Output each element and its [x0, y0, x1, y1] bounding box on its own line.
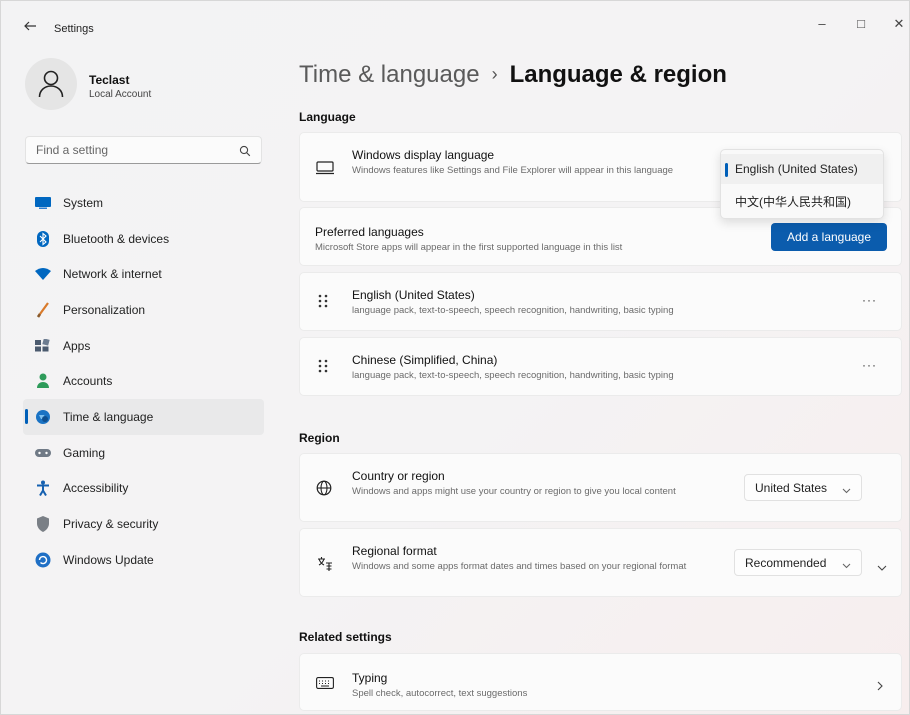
preferred-languages-description: Microsoft Store apps will appear in the … — [315, 242, 623, 253]
regional-format-title: Regional format — [352, 544, 437, 558]
page-title: Language & region — [509, 61, 727, 88]
sidebar-item-label: System — [63, 195, 104, 210]
sidebar-nav: System Bluetooth & devices Network & int… — [23, 185, 264, 578]
keyboard-icon — [316, 676, 334, 694]
sidebar-item-label: Network & internet — [63, 267, 162, 282]
drag-handle-icon[interactable] — [318, 294, 328, 313]
sidebar-item-label: Personalization — [63, 302, 146, 317]
title-bar: Settings – □ ✕ — [1, 1, 909, 45]
maximize-button[interactable]: □ — [848, 14, 874, 34]
update-icon — [35, 552, 51, 568]
display-language-description: Windows features like Settings and File … — [352, 165, 674, 176]
sidebar-item-accounts[interactable]: Accounts — [23, 363, 264, 399]
dropdown-option-english[interactable]: English (United States) — [721, 154, 883, 184]
sidebar-item-windows-update[interactable]: Windows Update — [23, 542, 264, 578]
globe-clock-icon — [35, 409, 51, 425]
more-options-icon[interactable]: ··· — [862, 293, 877, 307]
more-options-icon[interactable]: ··· — [862, 358, 877, 372]
expand-chevron-icon[interactable] — [877, 558, 887, 576]
sidebar-item-label: Bluetooth & devices — [63, 231, 170, 246]
selection-indicator — [25, 409, 28, 425]
sidebar-item-system[interactable]: System — [23, 185, 264, 221]
accounts-icon — [35, 373, 51, 389]
typing-title: Typing — [352, 671, 388, 685]
regional-format-description: Windows and some apps format dates and t… — [352, 561, 687, 572]
display-language-dropdown: English (United States) 中文(中华人民共和国) — [720, 149, 884, 219]
apps-icon — [35, 338, 51, 354]
sidebar-item-personalization[interactable]: Personalization — [23, 292, 264, 328]
user-name: Teclast — [89, 73, 130, 87]
sidebar-item-label: Accounts — [63, 374, 113, 389]
add-language-button[interactable]: Add a language — [771, 223, 887, 251]
country-region-description: Windows and apps might use your country … — [352, 486, 676, 497]
language-name: English (United States) — [352, 288, 475, 302]
chevron-right-icon — [877, 678, 883, 696]
account-type: Local Account — [89, 89, 152, 100]
search-input[interactable] — [34, 142, 228, 158]
country-select[interactable]: United States — [744, 474, 862, 501]
breadcrumb-parent[interactable]: Time & language — [299, 61, 480, 88]
close-button[interactable]: ✕ — [886, 14, 909, 34]
app-title: Settings — [54, 23, 94, 35]
sidebar-item-label: Windows Update — [63, 552, 154, 567]
sidebar-item-accessibility[interactable]: Accessibility — [23, 471, 264, 507]
minimize-button[interactable]: – — [809, 14, 835, 34]
avatar[interactable] — [25, 58, 77, 110]
language-row-chinese[interactable]: Chinese (Simplified, China) language pac… — [299, 337, 902, 396]
shield-icon — [35, 516, 51, 533]
typing-card[interactable]: Typing Spell check, autocorrect, text su… — [299, 653, 902, 711]
search-icon[interactable] — [239, 144, 251, 162]
settings-window: Settings – □ ✕ Teclast Local Account Sys… — [0, 0, 910, 715]
language-name: Chinese (Simplified, China) — [352, 353, 498, 367]
typing-description: Spell check, autocorrect, text suggestio… — [352, 688, 528, 699]
sidebar-item-label: Apps — [63, 338, 91, 353]
region-section-title: Region — [299, 431, 340, 445]
sidebar-item-privacy[interactable]: Privacy & security — [23, 506, 264, 542]
bluetooth-icon — [35, 230, 51, 247]
monitor-icon — [316, 161, 334, 180]
sidebar-item-network[interactable]: Network & internet — [23, 256, 264, 292]
preferred-languages-title: Preferred languages — [315, 225, 424, 239]
person-icon — [38, 70, 64, 98]
sidebar-item-label: Accessibility — [63, 481, 129, 496]
drag-handle-icon[interactable] — [318, 359, 328, 378]
accessibility-icon — [35, 480, 51, 497]
sidebar-item-apps[interactable]: Apps — [23, 328, 264, 364]
option-label: English (United States) — [735, 162, 858, 176]
search-box[interactable] — [25, 136, 262, 164]
back-arrow-icon[interactable] — [23, 19, 39, 35]
sidebar-item-label: Privacy & security — [63, 517, 159, 532]
sidebar-item-time-language[interactable]: Time & language — [23, 399, 264, 435]
sidebar-item-label: Gaming — [63, 445, 106, 460]
sidebar-item-gaming[interactable]: Gaming — [23, 435, 264, 471]
selection-indicator — [725, 163, 728, 177]
sidebar-item-bluetooth[interactable]: Bluetooth & devices — [23, 221, 264, 257]
option-label: 中文(中华人民共和国) — [735, 194, 851, 209]
dropdown-option-chinese[interactable]: 中文(中华人民共和国) — [721, 186, 883, 216]
language-row-english[interactable]: English (United States) language pack, t… — [299, 272, 902, 331]
breadcrumb-separator: › — [491, 64, 498, 84]
regional-format-icon — [316, 555, 334, 578]
sidebar-item-label: Time & language — [63, 409, 154, 424]
globe-icon — [316, 480, 332, 501]
breadcrumb: Time & language › Language & region — [299, 61, 727, 89]
brush-icon — [35, 302, 51, 318]
wifi-icon — [35, 266, 51, 282]
regional-format-select[interactable]: Recommended — [734, 549, 862, 576]
gamepad-icon — [35, 445, 51, 461]
related-settings-title: Related settings — [299, 630, 392, 644]
system-icon — [35, 195, 51, 211]
display-language-title: Windows display language — [352, 148, 495, 162]
country-select-value: United States — [755, 480, 828, 495]
chevron-down-icon — [842, 483, 851, 497]
regional-format-select-value: Recommended — [745, 555, 827, 570]
language-section-title: Language — [299, 110, 356, 124]
language-features: language pack, text-to-speech, speech re… — [352, 305, 674, 316]
chevron-down-icon — [842, 558, 851, 572]
language-features: language pack, text-to-speech, speech re… — [352, 370, 674, 381]
country-region-title: Country or region — [352, 469, 445, 483]
